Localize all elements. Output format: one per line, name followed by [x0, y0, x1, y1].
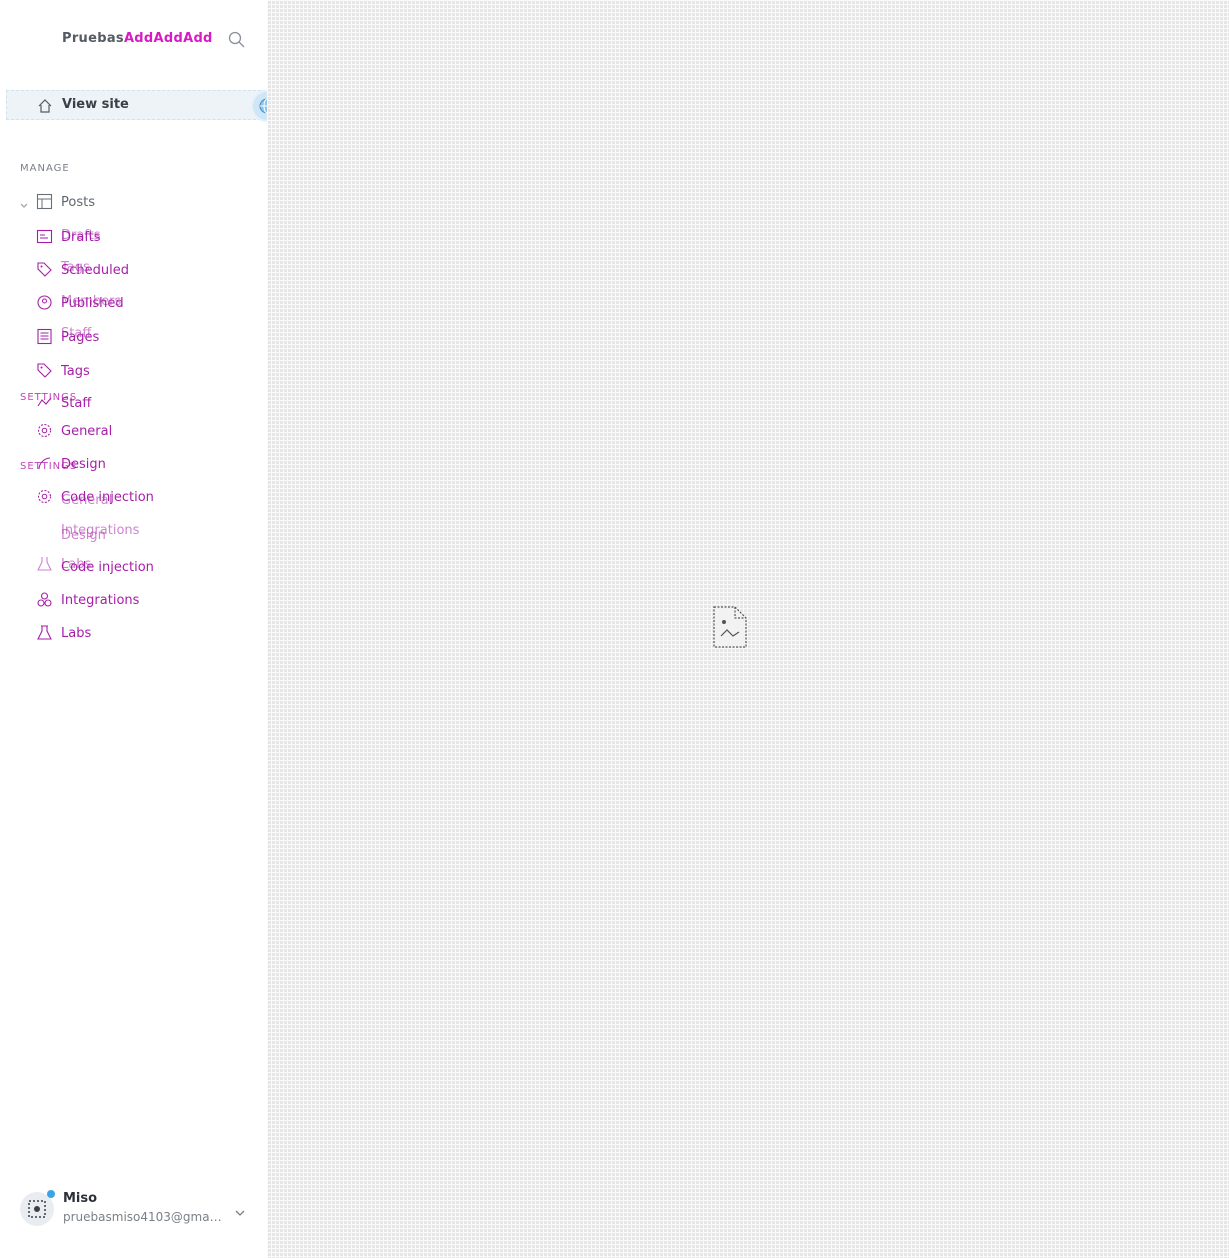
- ghost-icon: [36, 226, 54, 244]
- view-site-button[interactable]: View site: [6, 90, 266, 120]
- labs-icon: [36, 624, 54, 642]
- code-icon: [36, 558, 54, 576]
- status-badge: [47, 1190, 55, 1198]
- sidebar-item-label: Integrations: [61, 592, 140, 608]
- tag-icon: [36, 362, 54, 380]
- search-button[interactable]: [227, 30, 249, 52]
- ghost-label: Tags: [61, 259, 90, 275]
- ghost-icon: [36, 491, 54, 509]
- ghost-settings-label: SETTINGS: [20, 392, 78, 403]
- ghost-icon: [36, 292, 54, 310]
- sidebar-item-integrations[interactable]: Integrations: [36, 589, 256, 611]
- sidebar-item-label: Tags: [61, 363, 90, 379]
- sidebar: PruebasAddAddAdd View site MANAGE Posts: [0, 0, 281, 1258]
- sidebar-item-label: General: [61, 423, 113, 439]
- user-email: pruebasmiso4103@gmai...: [63, 1210, 223, 1224]
- sidebar-item-label: Posts: [61, 194, 95, 210]
- ghost-sidebar-item: Tags: [36, 256, 256, 278]
- ghost-settings-label: SETTINGS: [20, 461, 78, 472]
- sidebar-item-label: Code injection: [61, 559, 154, 575]
- ghost-icon: [36, 324, 54, 342]
- sidebar-item-labs[interactable]: Labs: [36, 622, 256, 644]
- ghost-label: Staff: [61, 325, 92, 341]
- ghost-icon: [36, 258, 54, 276]
- sidebar-item-posts[interactable]: Posts: [36, 191, 256, 213]
- ghost-label: General: [61, 492, 113, 508]
- ghost-icon: [36, 521, 54, 539]
- user-menu[interactable]: Miso pruebasmiso4103@gmai...: [20, 1190, 260, 1230]
- ghost-label: Drafts: [61, 227, 101, 243]
- user-name: Miso: [63, 1191, 98, 1206]
- sidebar-item-code-injection-duplicate[interactable]: Code injection: [36, 556, 256, 578]
- main-content: [267, 0, 1229, 1258]
- view-site-label: View site: [62, 97, 129, 112]
- chevron-down-icon[interactable]: [234, 1204, 246, 1223]
- site-title-part1: Pruebas: [62, 31, 124, 46]
- broken-image-icon: [713, 606, 747, 652]
- site-title[interactable]: PruebasAddAddAdd: [62, 31, 213, 46]
- sidebar-item-tags[interactable]: Tags: [36, 360, 256, 382]
- ghost-sidebar-item: Drafts: [36, 224, 256, 246]
- ghost-sidebar-item: Staff: [36, 322, 256, 344]
- integrations-icon: [36, 591, 54, 609]
- manage-section-title: MANAGE: [20, 163, 70, 174]
- sidebar-item-label: Labs: [61, 625, 92, 641]
- ghost-sidebar-item: Members: [36, 290, 256, 312]
- gear-icon: [36, 422, 54, 440]
- search-icon: [228, 31, 245, 48]
- sidebar-item-general[interactable]: General: [36, 420, 256, 442]
- ghost-label: Members: [61, 293, 122, 309]
- ghost-sidebar-item: Integrations: [36, 519, 256, 541]
- ghost-label: Integrations: [61, 522, 140, 538]
- ghost-sidebar-item: General: [36, 489, 256, 511]
- home-icon: [37, 98, 53, 118]
- posts-icon: [36, 193, 54, 211]
- chevron-down-icon[interactable]: [19, 196, 29, 215]
- site-title-part2: AddAddAdd: [123, 31, 213, 46]
